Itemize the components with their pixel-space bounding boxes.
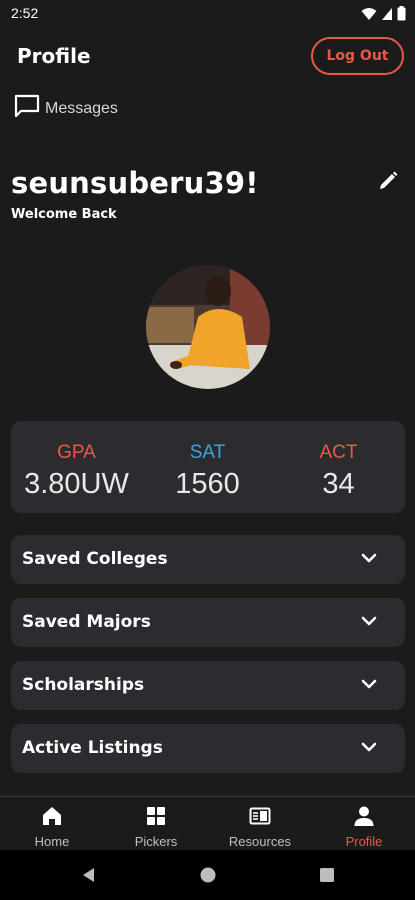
edit-icon[interactable] [377, 170, 399, 192]
chevron-down-icon [361, 553, 377, 563]
signal-icon [382, 7, 392, 20]
wifi-icon [361, 7, 377, 20]
page-title: Profile [17, 44, 91, 68]
messages-label: Messages [45, 100, 118, 117]
stat-act: ACT 34 [273, 421, 404, 513]
username: seunsuberu39! [11, 166, 259, 200]
book-icon [249, 807, 271, 825]
nav-label: Resources [228, 834, 292, 849]
battery-icon [397, 6, 406, 21]
scholarships-section[interactable]: Scholarships [11, 661, 405, 710]
back-icon[interactable] [80, 866, 98, 884]
nav-pickers[interactable]: Pickers [104, 797, 208, 851]
stat-label: SAT [189, 442, 226, 463]
stats-card: GPA 3.80UW SAT 1560 ACT 34 [11, 421, 405, 513]
message-icon [14, 94, 40, 118]
nav-label: Home [34, 834, 70, 849]
section-title: Scholarships [22, 675, 145, 695]
section-title: Saved Colleges [22, 549, 168, 569]
section-title: Saved Majors [22, 612, 151, 632]
logout-button[interactable]: Log Out [311, 37, 404, 75]
nav-label: Profile [345, 834, 383, 849]
avatar [146, 265, 270, 389]
stat-sat: SAT 1560 [142, 421, 273, 513]
stat-value: 1560 [175, 468, 240, 500]
chevron-down-icon [361, 616, 377, 626]
saved-majors-section[interactable]: Saved Majors [11, 598, 405, 647]
welcome-text: Welcome Back [11, 207, 117, 222]
nav-label: Pickers [134, 834, 178, 849]
recents-icon[interactable] [318, 866, 336, 884]
status-icons [361, 6, 406, 21]
active-listings-section[interactable]: Active Listings [11, 724, 405, 773]
home-icon [43, 807, 61, 825]
person-icon [354, 806, 374, 826]
grid-icon [147, 807, 165, 825]
nav-home[interactable]: Home [0, 797, 104, 851]
stat-gpa: GPA 3.80UW [11, 421, 142, 513]
chevron-down-icon [361, 679, 377, 689]
nav-profile[interactable]: Profile [312, 797, 415, 851]
status-time: 2:52 [11, 5, 39, 21]
bottom-nav: Home Pickers Resources Profile [0, 796, 415, 850]
status-bar: 2:52 [0, 0, 415, 28]
stat-value: 3.80UW [24, 468, 129, 500]
messages-link[interactable]: Messages [13, 93, 118, 119]
nav-resources[interactable]: Resources [208, 797, 312, 851]
avatar-photo [146, 265, 270, 389]
saved-colleges-section[interactable]: Saved Colleges [11, 535, 405, 584]
section-title: Active Listings [22, 738, 163, 758]
header: Profile Log Out [0, 28, 415, 84]
stat-label: ACT [319, 442, 358, 463]
system-nav [0, 850, 415, 900]
home-button-icon[interactable] [199, 866, 217, 884]
stat-label: GPA [57, 442, 96, 463]
chevron-down-icon [361, 742, 377, 752]
stat-value: 34 [322, 468, 355, 500]
